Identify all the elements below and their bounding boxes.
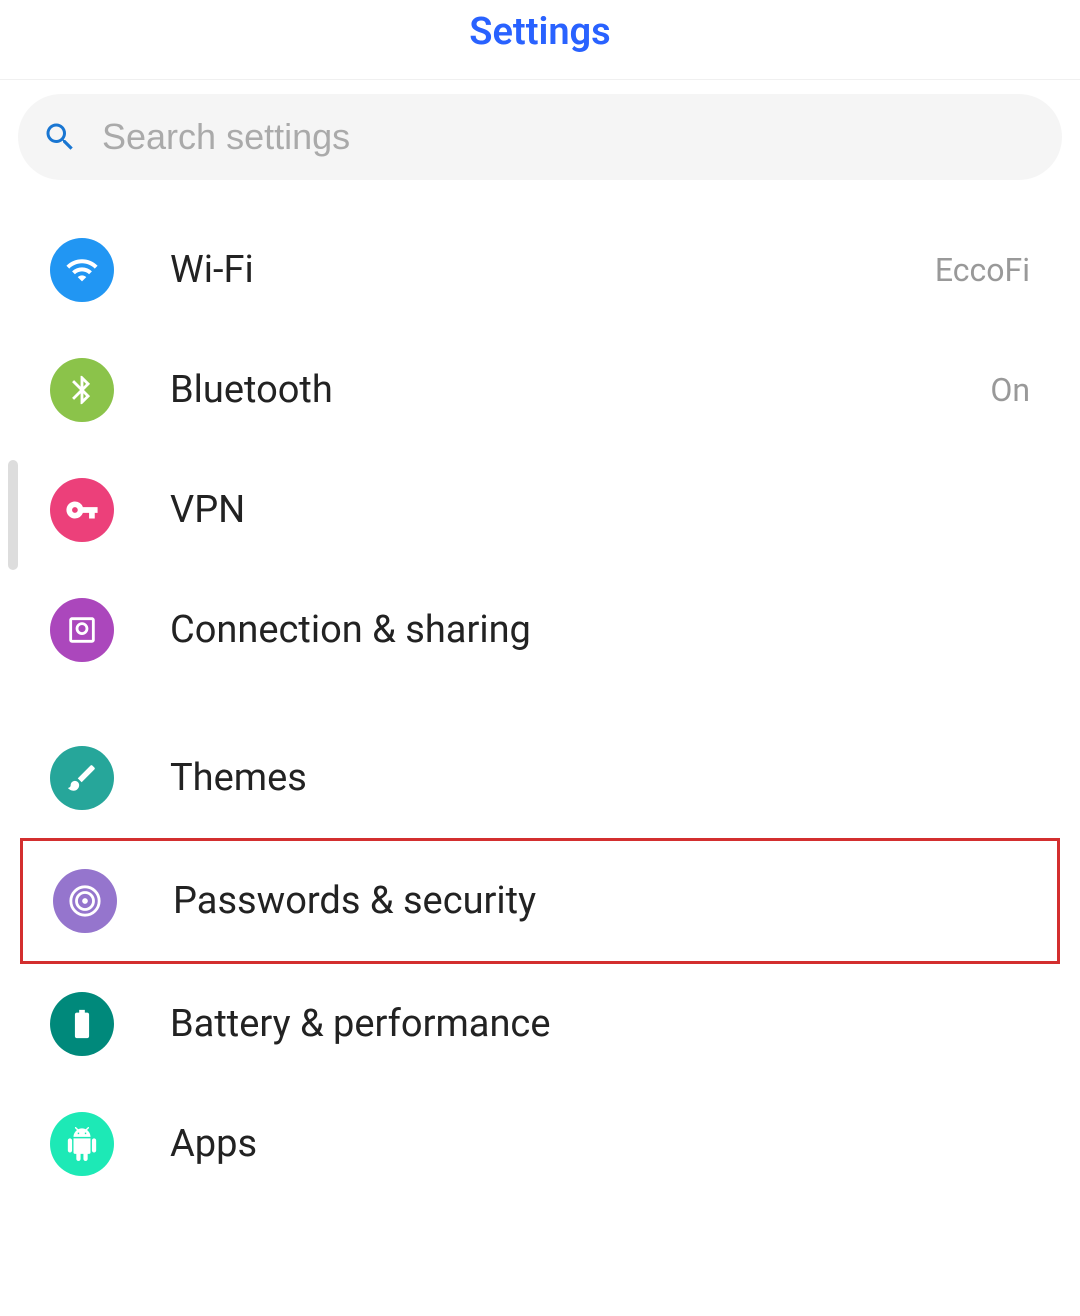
settings-list: Wi-Fi EccoFi Bluetooth On VPN Connection… bbox=[0, 200, 1080, 1214]
connection-icon bbox=[50, 598, 114, 662]
settings-item-label: Bluetooth bbox=[170, 368, 990, 412]
search-icon bbox=[42, 119, 78, 155]
settings-item-wifi[interactable]: Wi-Fi EccoFi bbox=[0, 210, 1080, 330]
wifi-icon bbox=[50, 238, 114, 302]
scrollbar[interactable] bbox=[8, 460, 18, 570]
settings-item-passwords-security[interactable]: Passwords & security bbox=[20, 838, 1060, 964]
settings-item-connection[interactable]: Connection & sharing bbox=[0, 570, 1080, 690]
settings-item-bluetooth[interactable]: Bluetooth On bbox=[0, 330, 1080, 450]
search-input[interactable] bbox=[102, 116, 1038, 158]
settings-item-label: Battery & performance bbox=[170, 1002, 1030, 1046]
vpn-icon bbox=[50, 478, 114, 542]
settings-item-themes[interactable]: Themes bbox=[0, 718, 1080, 838]
settings-item-value: On bbox=[990, 371, 1030, 409]
settings-item-label: Apps bbox=[170, 1122, 1030, 1166]
settings-item-value: EccoFi bbox=[935, 251, 1030, 289]
apps-icon bbox=[50, 1112, 114, 1176]
page-title: Settings bbox=[0, 10, 1080, 54]
settings-item-label: Wi-Fi bbox=[170, 248, 935, 292]
bluetooth-icon bbox=[50, 358, 114, 422]
settings-item-vpn[interactable]: VPN bbox=[0, 450, 1080, 570]
themes-icon bbox=[50, 746, 114, 810]
settings-item-apps[interactable]: Apps bbox=[0, 1084, 1080, 1204]
settings-item-label: VPN bbox=[170, 488, 1030, 532]
settings-item-label: Passwords & security bbox=[173, 879, 1027, 923]
settings-item-label: Themes bbox=[170, 756, 1030, 800]
header: Settings bbox=[0, 0, 1080, 80]
security-icon bbox=[53, 869, 117, 933]
search-bar[interactable] bbox=[18, 94, 1062, 180]
battery-icon bbox=[50, 992, 114, 1056]
settings-item-label: Connection & sharing bbox=[170, 608, 1030, 652]
settings-item-battery[interactable]: Battery & performance bbox=[0, 964, 1080, 1084]
